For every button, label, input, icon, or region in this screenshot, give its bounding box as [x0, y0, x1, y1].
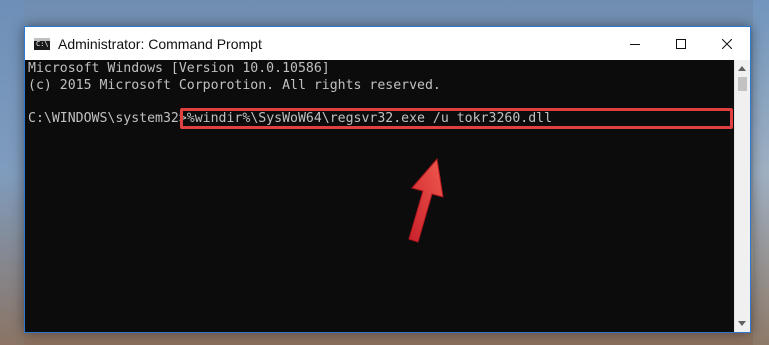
- cmd-icon[interactable]: C:\: [34, 37, 50, 50]
- console-version-line: Microsoft Windows [Version 10.0.10586]: [28, 61, 330, 76]
- console-output[interactable]: Microsoft Windows [Version 10.0.10586] (…: [25, 60, 734, 332]
- console-copyright-line: (c) 2015 Microsoft Corporotion. All righ…: [28, 78, 441, 93]
- close-icon: [722, 38, 732, 49]
- red-arrow-icon: [408, 157, 444, 243]
- console-prompt: C:\WINDOWS\system32>: [28, 111, 187, 126]
- scroll-down-icon[interactable]: [738, 321, 746, 326]
- window-title: Administrator: Command Prompt: [58, 35, 262, 52]
- maximize-icon: [676, 38, 686, 49]
- minimize-button[interactable]: [612, 27, 658, 60]
- desktop-background-left: [0, 0, 24, 345]
- vertical-scrollbar[interactable]: [734, 60, 750, 332]
- minimize-icon: [630, 43, 640, 45]
- cmd-icon-text: C:\: [36, 39, 49, 48]
- window-controls: [612, 27, 750, 60]
- title-bar[interactable]: C:\ Administrator: Command Prompt: [25, 27, 750, 60]
- command-prompt-window: C:\ Administrator: Command Prompt Micros…: [24, 26, 751, 333]
- scroll-thumb[interactable]: [738, 77, 747, 91]
- scroll-up-icon[interactable]: [738, 66, 746, 71]
- desktop-background-right: [753, 0, 769, 345]
- close-button[interactable]: [704, 27, 750, 60]
- command-highlight-box: [180, 108, 733, 129]
- maximize-button[interactable]: [658, 27, 704, 60]
